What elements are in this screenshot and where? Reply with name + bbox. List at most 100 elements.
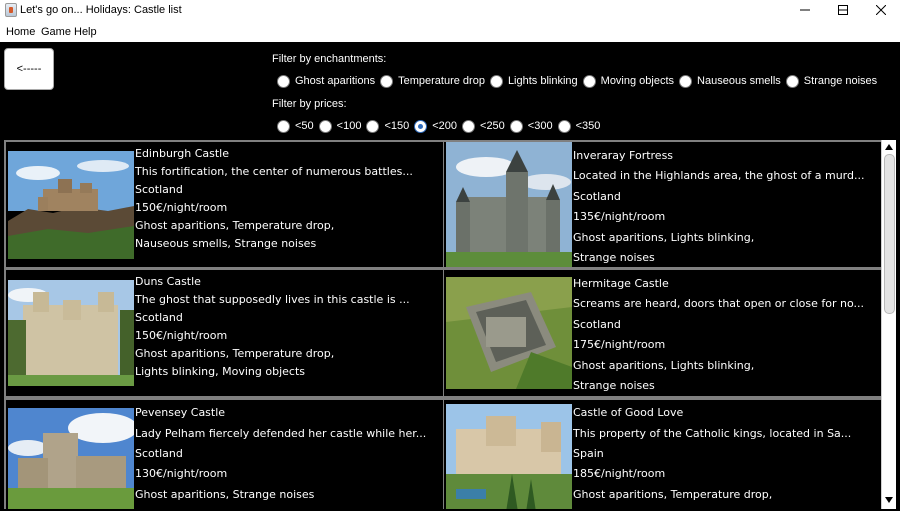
castle-card[interactable]: Inveraray Fortress Located in the Highla… xyxy=(444,142,881,267)
radio-label: <250 xyxy=(480,120,505,132)
scroll-up-arrow-icon[interactable] xyxy=(884,142,894,152)
radio-label: Temperature drop xyxy=(398,75,485,87)
minimize-icon xyxy=(800,9,810,11)
castle-price: 135€/night/room xyxy=(573,210,666,223)
close-button[interactable] xyxy=(858,0,900,22)
castle-features-continued: Nauseous smells, Strange noises xyxy=(135,237,317,250)
enchantment-option[interactable]: Moving objects xyxy=(582,74,675,88)
menu-game[interactable]: Game xyxy=(41,26,71,38)
price-option[interactable]: <350 xyxy=(557,119,601,133)
radio-label: Lights blinking xyxy=(507,75,578,87)
radio-button[interactable] xyxy=(557,119,571,133)
enchantment-option[interactable]: Lights blinking xyxy=(489,74,578,88)
enchantment-option[interactable]: Temperature drop xyxy=(380,74,485,88)
castle-photo xyxy=(8,280,134,386)
castle-description: This property of the Catholic kings, loc… xyxy=(573,427,852,440)
castle-description: The ghost that supposedly lives in this … xyxy=(135,293,410,306)
radio-button[interactable] xyxy=(380,74,394,88)
radio-label: <200 xyxy=(432,120,458,132)
radio-button[interactable] xyxy=(509,119,523,133)
scroll-down-arrow-icon[interactable] xyxy=(884,495,894,505)
radio-button[interactable] xyxy=(366,119,380,133)
radio-label: <300 xyxy=(527,120,553,132)
castle-features-continued: Lights blinking, Moving objects xyxy=(135,365,305,378)
menu-bar: Home Game Help xyxy=(0,22,900,42)
scroll-thumb[interactable] xyxy=(884,154,895,314)
castle-card[interactable]: Pevensey Castle Lady Pelham fiercely def… xyxy=(6,400,443,509)
castle-country: Spain xyxy=(573,447,604,460)
castle-price: 150€/night/room xyxy=(135,329,228,342)
castle-price: 185€/night/room xyxy=(573,467,666,480)
castle-price: 130€/night/room xyxy=(135,467,228,480)
castle-photo xyxy=(446,142,572,267)
back-button[interactable]: <----- xyxy=(4,48,54,90)
price-option[interactable]: <100 xyxy=(318,119,362,133)
app-icon xyxy=(5,3,17,17)
castle-name: Duns Castle xyxy=(135,275,201,288)
radio-button[interactable] xyxy=(785,74,799,88)
castle-features-continued: Strange noises xyxy=(573,251,655,264)
price-option[interactable]: <200 xyxy=(414,119,458,133)
castle-name: Castle of Good Love xyxy=(573,406,684,419)
radio-button-selected[interactable] xyxy=(414,119,428,133)
vertical-scrollbar[interactable] xyxy=(881,140,896,509)
menu-help[interactable]: Help xyxy=(74,26,97,38)
radio-button[interactable] xyxy=(318,119,332,133)
enchantments-radio-group: Ghost aparitions Temperature drop Lights… xyxy=(277,72,882,90)
castle-photo xyxy=(446,404,572,509)
enchantment-option[interactable]: Ghost aparitions xyxy=(277,74,376,88)
enchantment-option[interactable]: Nauseous smells xyxy=(679,74,781,88)
radio-button[interactable] xyxy=(277,119,290,133)
enchantment-option[interactable]: Strange noises xyxy=(785,74,878,88)
castle-country: Scotland xyxy=(573,318,621,331)
radio-button[interactable] xyxy=(582,74,596,88)
title-bar: Let's go on... Holidays: Castle list xyxy=(0,0,900,22)
radio-label: Ghost aparitions xyxy=(295,75,376,87)
castle-description: This fortification, the center of numero… xyxy=(135,165,413,178)
castle-name: Pevensey Castle xyxy=(135,406,226,419)
castle-list[interactable]: Edinburgh Castle This fortification, the… xyxy=(4,140,881,509)
radio-button[interactable] xyxy=(489,74,503,88)
radio-label: <150 xyxy=(384,120,410,132)
castle-features: Ghost aparitions, Temperature drop, xyxy=(135,347,335,360)
price-option[interactable]: <300 xyxy=(509,119,553,133)
castle-card[interactable]: Edinburgh Castle This fortification, the… xyxy=(6,142,443,267)
castle-features-continued: Strange noises xyxy=(573,379,655,392)
castle-features: Ghost aparitions, Lights blinking, xyxy=(573,359,755,372)
castle-description: Lady Pelham fiercely defended her castle… xyxy=(135,427,427,440)
radio-button[interactable] xyxy=(679,74,693,88)
castle-card[interactable]: Castle of Good Love This property of the… xyxy=(444,400,881,509)
castle-country: Scotland xyxy=(135,447,183,460)
window-title: Let's go on... Holidays: Castle list xyxy=(20,4,182,16)
radio-button[interactable] xyxy=(277,74,290,88)
price-option[interactable]: <250 xyxy=(462,119,505,133)
enchantments-filter-label: Filter by enchantments: xyxy=(272,53,387,65)
castle-card[interactable]: Duns Castle The ghost that supposedly li… xyxy=(6,270,443,396)
castle-features: Ghost aparitions, Lights blinking, xyxy=(573,231,755,244)
radio-label: Nauseous smells xyxy=(697,75,781,87)
price-option[interactable]: <50 xyxy=(277,119,314,133)
castle-country: Scotland xyxy=(573,190,621,203)
castle-country: Scotland xyxy=(135,183,183,196)
castle-card[interactable]: Hermitage Castle Screams are heard, door… xyxy=(444,270,881,396)
castle-description: Located in the Highlands area, the ghost… xyxy=(573,169,865,182)
price-option[interactable]: <150 xyxy=(366,119,410,133)
minimize-button-real[interactable] xyxy=(782,0,828,22)
prices-filter-label: Filter by prices: xyxy=(272,98,347,110)
castle-features: Ghost aparitions, Strange noises xyxy=(135,488,315,501)
castle-name: Hermitage Castle xyxy=(573,277,669,290)
castle-country: Scotland xyxy=(135,311,183,324)
menu-home[interactable]: Home xyxy=(6,26,35,38)
radio-label: <100 xyxy=(336,120,362,132)
maximize-icon xyxy=(838,5,848,15)
castle-photo xyxy=(8,408,134,509)
close-icon xyxy=(876,5,886,15)
radio-button[interactable] xyxy=(462,119,476,133)
castle-name: Inveraray Fortress xyxy=(573,149,674,162)
castle-features: Ghost aparitions, Temperature drop, xyxy=(135,219,335,232)
radio-label: <350 xyxy=(575,120,601,132)
radio-label: Strange noises xyxy=(803,75,878,87)
radio-label: Moving objects xyxy=(600,75,675,87)
castle-features: Ghost aparitions, Temperature drop, xyxy=(573,488,773,501)
radio-label: <50 xyxy=(295,120,314,132)
